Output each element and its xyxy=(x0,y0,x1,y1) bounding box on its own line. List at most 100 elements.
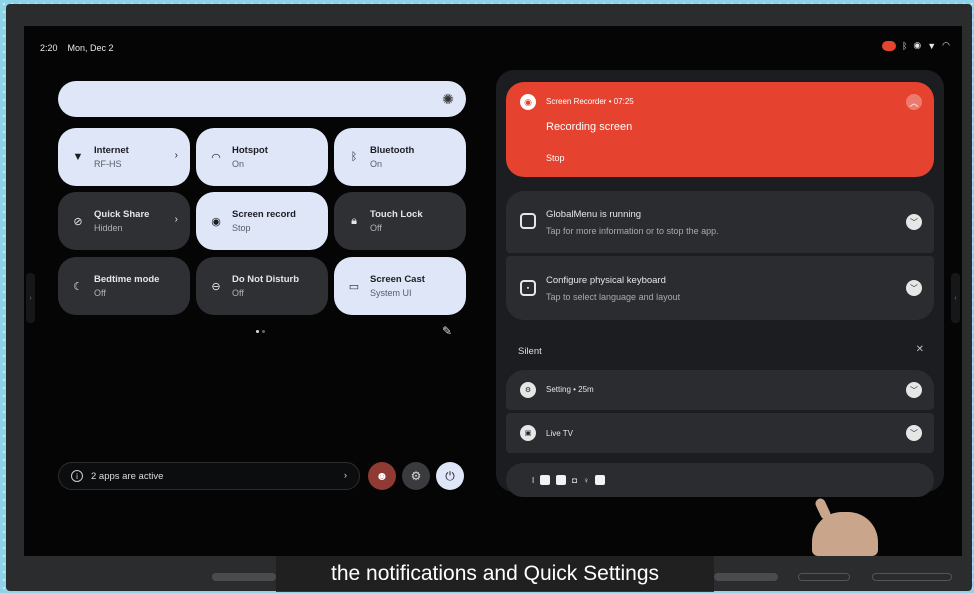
setting-notification[interactable]: ⚙ Setting • 25m ﹀ xyxy=(506,370,934,410)
front-ports xyxy=(872,573,952,581)
tile-screen-record[interactable]: ◉ Screen record Stop xyxy=(196,192,328,250)
bedtime-icon: ☾ xyxy=(73,280,83,293)
page-indicator xyxy=(256,330,265,333)
edit-pencil-icon[interactable]: ✎ xyxy=(442,324,452,338)
tile-touch-lock[interactable]: 🔒︎ Touch Lock Off xyxy=(334,192,466,250)
lock-icon: 🔒︎ xyxy=(351,214,357,227)
tile-text: Bluetooth On xyxy=(370,145,414,169)
video-caption: the notifications and Quick Settings xyxy=(276,556,714,592)
page-dot-active xyxy=(256,330,259,333)
screen-recorder-notification[interactable]: ◉ Screen Recorder • 07:25 Recording scre… xyxy=(506,82,934,177)
tile-text: Do Not Disturb Off xyxy=(232,274,299,298)
wifi-icon: ▼ xyxy=(72,151,84,163)
tile-text: Touch Lock Off xyxy=(370,209,423,233)
chevron-right-icon[interactable]: › xyxy=(175,214,178,225)
nfc-badge xyxy=(798,573,850,581)
tile-status: On xyxy=(232,159,245,169)
status-bar: 2:20 Mon, Dec 2 xyxy=(40,43,114,53)
app-square-icon xyxy=(520,213,536,229)
live-tv-notification[interactable]: ▣ Live TV ﹀ xyxy=(506,413,934,453)
tile-screen-cast[interactable]: ▭ Screen Cast System UI xyxy=(334,257,466,315)
silent-section-label: Silent xyxy=(518,346,542,357)
notification-title: GlobalMenu is running xyxy=(546,209,642,220)
brightness-icon: ✺ xyxy=(442,91,454,107)
tile-status: Off xyxy=(232,288,244,298)
user-avatar-button[interactable]: ☻ xyxy=(368,462,396,490)
device-screen: 2:20 Mon, Dec 2 ᛒ ◉ ▼ ◠ › ‹ ✺ ▼ Internet R… xyxy=(24,26,962,556)
clear-silent-icon[interactable]: ✕ xyxy=(916,344,924,355)
tray-location-icon[interactable]: ♀ xyxy=(583,476,589,485)
tile-status: Hidden xyxy=(94,223,123,233)
notification-title: Configure physical keyboard xyxy=(546,275,666,286)
screen-recorder-icon: ◉ xyxy=(520,94,536,110)
chevron-right-icon: › xyxy=(343,470,347,481)
tile-text: Screen Cast System UI xyxy=(370,274,425,298)
expand-icon[interactable]: ﹀ xyxy=(906,425,922,441)
location-status-icon: ◉ xyxy=(913,40,922,50)
expand-icon[interactable]: ﹀ xyxy=(906,382,922,398)
tile-label: Internet xyxy=(94,145,129,156)
chevron-right-icon[interactable]: › xyxy=(175,150,178,161)
tile-label: Touch Lock xyxy=(370,209,423,220)
bluetooth-icon: ᛒ xyxy=(350,151,358,163)
tile-text: Screen record Stop xyxy=(232,209,296,233)
info-icon: i xyxy=(71,470,83,482)
tile-status: Off xyxy=(370,223,382,233)
tray-app-icon[interactable] xyxy=(595,475,606,485)
quick-app-tray: I ◘ ♀ xyxy=(506,463,934,497)
tile-label: Screen record xyxy=(232,209,296,220)
tile-status: Off xyxy=(94,288,106,298)
tile-status: RF-HS xyxy=(94,159,122,169)
tile-label: Quick Share xyxy=(94,209,150,220)
clock-date: Mon, Dec 2 xyxy=(67,43,114,53)
tile-quick-share[interactable]: ⊘ Quick Share Hidden › xyxy=(58,192,190,250)
clock-time: 2:20 xyxy=(40,43,58,53)
tile-text: Hotspot On xyxy=(232,145,268,169)
keyboard-notification[interactable]: ▪ Configure physical keyboard Tap to sel… xyxy=(506,256,934,320)
tile-text: Bedtime mode Off xyxy=(94,274,159,298)
notification-title: Setting • 25m xyxy=(546,385,594,394)
recorder-header: Screen Recorder • 07:25 xyxy=(546,97,634,106)
tile-status: Stop xyxy=(232,223,251,233)
status-icons: ᛒ ◉ ▼ ◠ xyxy=(881,40,950,51)
tray-record-icon[interactable]: ◘ xyxy=(572,476,577,485)
screen-record-icon: ◉ xyxy=(211,215,221,228)
tray-cursor-icon[interactable]: I xyxy=(532,476,534,485)
tray-app-icon[interactable] xyxy=(556,475,567,485)
recorder-stop-action[interactable]: Stop xyxy=(546,153,565,163)
collapse-icon[interactable]: ︿ xyxy=(906,94,922,110)
tile-bluetooth[interactable]: ᛒ Bluetooth On xyxy=(334,128,466,186)
power-button[interactable]: ⏻ xyxy=(436,462,464,490)
bezel-bar-right xyxy=(714,573,778,581)
tile-label: Bluetooth xyxy=(370,145,415,156)
hotspot-icon: ◠ xyxy=(211,151,221,164)
tile-bedtime-mode[interactable]: ☾ Bedtime mode Off xyxy=(58,257,190,315)
active-apps-button[interactable]: i 2 apps are active › xyxy=(58,462,360,490)
active-apps-label: 2 apps are active xyxy=(91,470,164,482)
expand-icon[interactable]: ﹀ xyxy=(906,280,922,296)
notification-subtitle: Tap to select language and layout xyxy=(546,292,681,302)
quick-share-icon: ⊘ xyxy=(73,215,83,228)
tile-internet[interactable]: ▼ Internet RF-HS › xyxy=(58,128,190,186)
live-tv-icon: ▣ xyxy=(520,425,536,441)
tile-text: Internet RF-HS xyxy=(94,145,129,169)
tile-label: Hotspot xyxy=(232,145,268,156)
tile-hotspot[interactable]: ◠ Hotspot On xyxy=(196,128,328,186)
hotspot-status-icon: ◠ xyxy=(942,40,950,50)
tray-app-icon[interactable] xyxy=(540,475,551,485)
tile-label: Bedtime mode xyxy=(94,274,160,285)
left-edge-handle[interactable]: › xyxy=(26,273,35,323)
globalmenu-notification[interactable]: GlobalMenu is running Tap for more infor… xyxy=(506,191,934,253)
keyboard-icon: ▪ xyxy=(520,280,536,296)
right-edge-handle[interactable]: ‹ xyxy=(951,273,960,323)
tile-status: System UI xyxy=(370,288,412,298)
expand-icon[interactable]: ﹀ xyxy=(906,214,922,230)
settings-icon: ⚙ xyxy=(520,382,536,398)
settings-gear-button[interactable]: ⚙ xyxy=(402,462,430,490)
tile-do-not-disturb[interactable]: ⊖ Do Not Disturb Off xyxy=(196,257,328,315)
tile-status: On xyxy=(370,159,383,169)
tile-label: Do Not Disturb xyxy=(232,274,300,285)
notification-subtitle: Tap for more information or to stop the … xyxy=(546,226,719,236)
page-dot xyxy=(262,330,265,333)
brightness-slider[interactable]: ✺ xyxy=(58,81,466,117)
